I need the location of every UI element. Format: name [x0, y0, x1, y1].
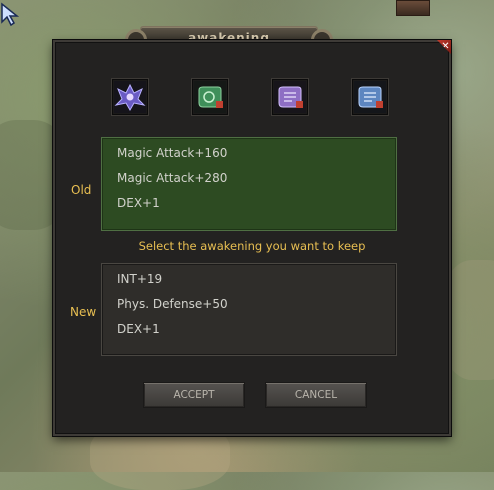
item-row — [55, 78, 449, 118]
winged-crest-icon — [114, 81, 146, 113]
item-slot-2[interactable] — [191, 78, 229, 116]
old-label: Old — [71, 183, 92, 197]
mouse-cursor-icon — [1, 2, 20, 27]
new-stat-1: INT+19 — [117, 272, 163, 286]
blue-scroll-icon — [354, 81, 386, 113]
purple-scroll-icon — [274, 81, 306, 113]
background-object — [396, 0, 430, 16]
old-stat-1: Magic Attack+160 — [117, 146, 228, 160]
close-button[interactable]: ✕ — [437, 40, 451, 54]
new-stat-3: DEX+1 — [117, 322, 160, 336]
item-slot-3[interactable] — [271, 78, 309, 116]
new-awakening-panel[interactable]: INT+19 Phys. Defense+50 DEX+1 — [101, 263, 397, 356]
old-stat-2: Magic Attack+280 — [117, 171, 228, 185]
new-label: New — [70, 305, 97, 319]
selection-hint: Select the awakening you want to keep — [138, 239, 366, 253]
cancel-button[interactable]: CANCEL — [265, 382, 367, 408]
old-awakening-panel[interactable]: Magic Attack+160 Magic Attack+280 DEX+1 — [101, 137, 397, 231]
item-slot-4[interactable] — [351, 78, 389, 116]
item-slot-1[interactable] — [111, 78, 149, 116]
accept-button[interactable]: ACCEPT — [143, 382, 245, 408]
green-scroll-icon — [194, 81, 226, 113]
awakening-window: ✕ Old Magic Attack+160 Magic Attack+280 … — [53, 40, 451, 436]
old-stat-3: DEX+1 — [117, 196, 160, 210]
new-stat-2: Phys. Defense+50 — [117, 297, 228, 311]
